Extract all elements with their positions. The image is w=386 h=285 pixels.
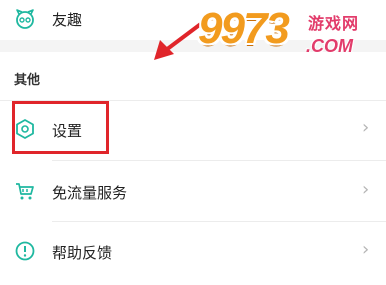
friends-icon: [16, 9, 34, 29]
menu-item-label: 友趣: [52, 11, 83, 29]
chevron-right-icon: ›: [362, 117, 370, 138]
help-info-icon: [15, 241, 35, 261]
chevron-right-icon: ›: [362, 239, 370, 260]
menu-item-label: 免流量服务: [52, 184, 128, 202]
watermark-domain: .COM: [306, 36, 353, 56]
cart-icon: [16, 183, 34, 200]
menu-item-help-feedback[interactable]: 帮助反馈 ›: [0, 222, 386, 282]
watermark-logo: 9973 游戏网 .COM: [196, 2, 382, 70]
highlight-box: [12, 101, 109, 154]
watermark-site-name: 游戏网: [308, 14, 360, 33]
menu-item-data-free[interactable]: 免流量服务 ›: [0, 161, 386, 221]
chevron-right-icon: ›: [362, 179, 370, 200]
watermark-number: 9973: [198, 4, 290, 53]
section-title: 其他: [14, 73, 41, 88]
menu-item-label: 帮助反馈: [52, 244, 113, 262]
